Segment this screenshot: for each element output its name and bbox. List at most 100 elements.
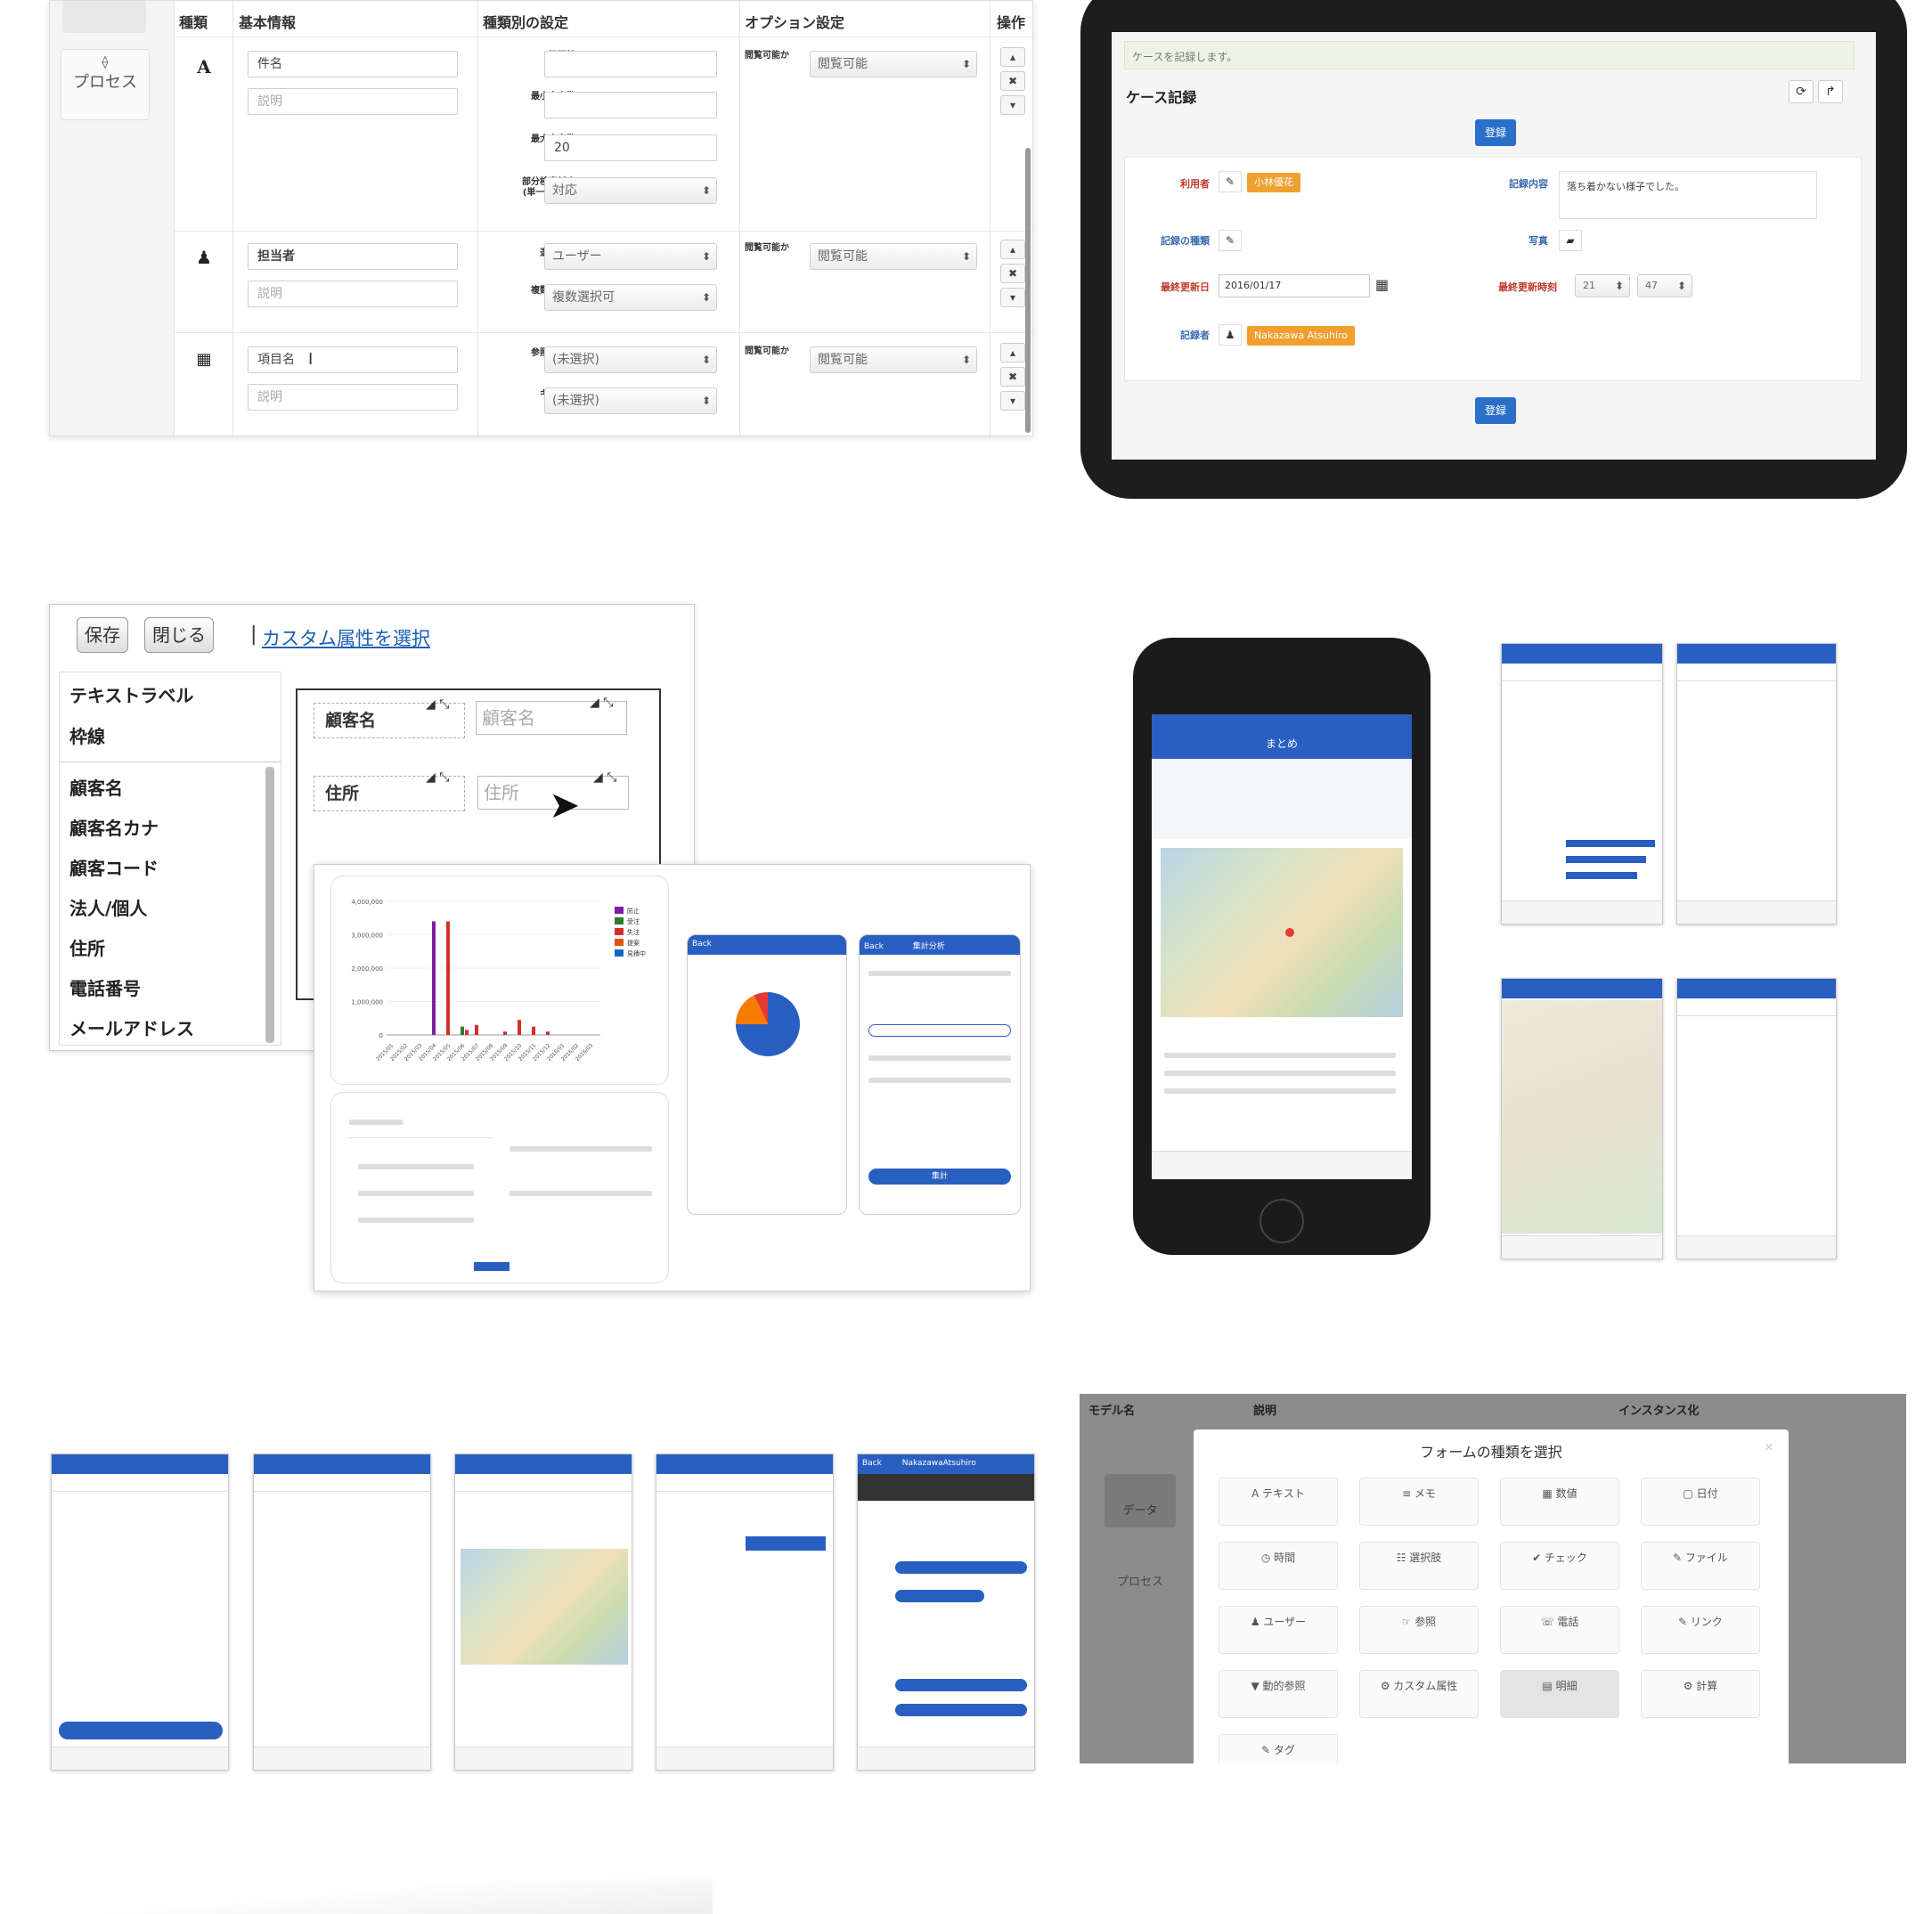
map-view[interactable] (1502, 1000, 1662, 1234)
date-input[interactable]: 2016/01/17 (1219, 274, 1370, 297)
bar[interactable] (546, 1031, 550, 1035)
person-icon[interactable]: ♟ (1219, 324, 1242, 346)
map-pin-icon[interactable] (1285, 928, 1294, 937)
calendar-icon[interactable]: ▦ (1375, 276, 1389, 293)
bar[interactable] (446, 921, 450, 1036)
pin-icon[interactable]: ◢ ⤡ (426, 770, 449, 785)
min-length-input[interactable] (544, 92, 717, 118)
save-button[interactable]: 保存 (77, 617, 128, 653)
move-up-button[interactable]: ▴ (1000, 240, 1025, 259)
content-textarea[interactable]: 落ち着かない様子でした。 (1559, 171, 1817, 219)
form-type-option[interactable]: ⚙ カスタム属性 (1359, 1670, 1479, 1718)
key-field-select[interactable]: (未選択) (544, 387, 717, 414)
visibility-select[interactable]: 閲覧可能 (810, 243, 977, 270)
tab-active[interactable] (746, 1536, 826, 1551)
form-type-option[interactable]: ✎ リンク (1641, 1606, 1760, 1654)
segmented-control[interactable] (868, 1024, 1011, 1037)
form-type-option[interactable]: ▤ 明細 (1500, 1670, 1619, 1718)
attribute-item[interactable]: 電話番号 (69, 974, 141, 1000)
bar[interactable] (518, 1020, 521, 1035)
delete-icon[interactable]: ✖ (1000, 264, 1025, 283)
submit-button[interactable] (474, 1262, 509, 1271)
move-up-button[interactable]: ▴ (1000, 343, 1025, 362)
form-type-option[interactable]: ☷ 選択肢 (1359, 1542, 1479, 1590)
max-length-input[interactable]: 20 (544, 134, 717, 161)
map-view[interactable] (461, 1549, 628, 1665)
edit-icon[interactable]: ✎ (1219, 171, 1242, 192)
field-desc-input[interactable]: 説明 (248, 384, 458, 411)
map-view[interactable] (1161, 848, 1403, 1017)
palette-text-label[interactable]: テキストラベル (69, 681, 193, 707)
reference-type-select[interactable]: (未選択) (544, 346, 717, 373)
folder-icon[interactable]: ▰ (1559, 230, 1582, 251)
form-type-option[interactable]: ▼ 動的参照 (1219, 1670, 1338, 1718)
bar[interactable] (532, 1026, 535, 1035)
field-name-input[interactable]: 件名 (248, 51, 458, 77)
visibility-select[interactable]: 閲覧可能 (810, 51, 977, 77)
form-type-option[interactable]: ▢ 日付 (1641, 1478, 1760, 1526)
back-link[interactable]: Back (862, 1459, 882, 1468)
move-down-button[interactable]: ▾ (1000, 288, 1025, 307)
palette-border[interactable]: 枠線 (69, 722, 105, 748)
form-type-option[interactable]: ♟ ユーザー (1219, 1606, 1338, 1654)
bar[interactable] (475, 1024, 478, 1035)
delete-icon[interactable]: ✖ (1000, 71, 1025, 91)
sidebar-item-data[interactable]: データ (1105, 1474, 1176, 1527)
form-type-option[interactable]: ◷ 時間 (1219, 1542, 1338, 1590)
form-type-option[interactable]: ✎ ファイル (1641, 1542, 1760, 1590)
pin-icon[interactable]: ◢ ⤡ (590, 696, 613, 710)
attribute-item[interactable]: 顧客コード (69, 854, 159, 880)
sidebar-item-data[interactable] (62, 1, 146, 33)
user-tag[interactable]: 小林優花 (1247, 173, 1300, 192)
register-button-top[interactable]: 登録 (1475, 119, 1516, 146)
sidebar-item-process[interactable]: ⟠ プロセス (61, 49, 150, 120)
bar[interactable] (432, 921, 436, 1036)
attribute-item[interactable]: メールアドレス (69, 1014, 194, 1040)
attribute-item[interactable]: 顧客名カナ (69, 814, 159, 840)
attribute-item[interactable]: 顧客名 (69, 774, 123, 800)
form-type-option[interactable]: ✔ チェック (1500, 1542, 1619, 1590)
form-type-option[interactable]: ≡ メモ (1359, 1478, 1479, 1526)
bar[interactable] (465, 1030, 469, 1035)
form-type-option[interactable]: ⚙ 計算 (1641, 1670, 1760, 1718)
form-type-option[interactable]: ☏ 電話 (1500, 1606, 1619, 1654)
form-type-option[interactable]: ☞ 参照 (1359, 1606, 1479, 1654)
delete-icon[interactable]: ✖ (1000, 367, 1025, 387)
partial-search-select[interactable]: 対応 (544, 177, 717, 204)
pin-icon[interactable]: ◢ ⤡ (593, 770, 616, 785)
close-button[interactable]: 閉じる (144, 617, 214, 653)
save-button[interactable] (59, 1722, 223, 1739)
form-type-option[interactable]: ✎ タグ (1219, 1734, 1338, 1763)
home-button[interactable] (1259, 1199, 1304, 1243)
multi-select-select[interactable]: 複数選択可 (544, 284, 717, 311)
recorder-tag[interactable]: Nakazawa Atsuhiro (1247, 326, 1356, 346)
move-down-button[interactable]: ▾ (1000, 95, 1025, 115)
form-type-option[interactable]: ▦ 数値 (1500, 1478, 1619, 1526)
minute-select[interactable]: 47 (1637, 274, 1692, 297)
close-icon[interactable]: × (1764, 1440, 1774, 1454)
bar[interactable] (461, 1026, 464, 1035)
bar[interactable] (503, 1031, 507, 1035)
select-custom-attribute-link[interactable]: カスタム属性を選択 (262, 624, 430, 651)
field-name-input[interactable]: 項目名 (248, 346, 458, 373)
aggregate-button[interactable]: 集計 (868, 1169, 1011, 1185)
field-name-input[interactable]: 担当者 (248, 243, 458, 270)
tab-bar[interactable] (1152, 1151, 1412, 1179)
attribute-item[interactable]: 法人/個人 (69, 894, 147, 920)
initial-value-input[interactable] (544, 51, 717, 77)
field-desc-input[interactable]: 説明 (248, 281, 458, 307)
field-desc-input[interactable]: 説明 (248, 88, 458, 115)
target-select[interactable]: ユーザー (544, 243, 717, 270)
sidebar-item-process[interactable]: プロセス (1105, 1545, 1176, 1599)
form-type-option[interactable]: A テキスト (1219, 1478, 1338, 1526)
attribute-item[interactable]: 住所 (69, 934, 105, 960)
back-link[interactable]: Back (864, 942, 884, 951)
scrollbar[interactable] (265, 767, 274, 1043)
visibility-select[interactable]: 閲覧可能 (810, 346, 977, 373)
register-button-bottom[interactable]: 登録 (1475, 397, 1516, 424)
edit-icon[interactable]: ✎ (1219, 230, 1242, 251)
hour-select[interactable]: 21 (1575, 274, 1630, 297)
scrollbar[interactable] (1025, 148, 1031, 433)
phone-header[interactable]: Back (688, 935, 846, 955)
move-down-button[interactable]: ▾ (1000, 391, 1025, 411)
